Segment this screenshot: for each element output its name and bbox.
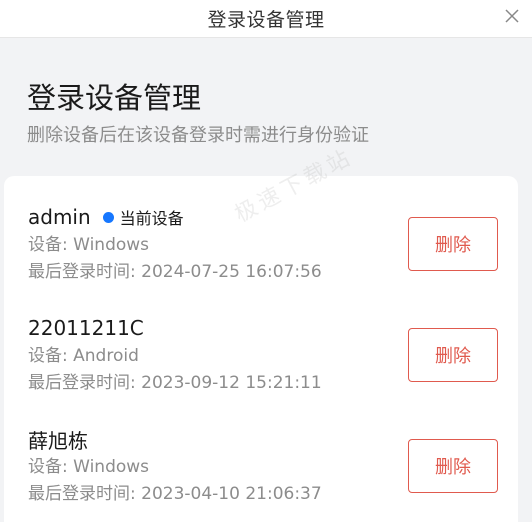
page-subtitle: 删除设备后在该设备登录时需进行身份验证 <box>27 125 369 146</box>
device-name: 22011211C <box>28 316 144 340</box>
device-name: admin <box>28 205 91 229</box>
delete-device-button[interactable]: 删除 <box>408 328 498 382</box>
title-bar: 登录设备管理 <box>0 0 532 38</box>
page-header: 登录设备管理 删除设备后在该设备登录时需进行身份验证 <box>27 78 507 148</box>
page-title: 登录设备管理 <box>27 81 202 115</box>
current-device-badge: 当前设备 <box>119 209 184 228</box>
close-icon[interactable] <box>502 6 522 26</box>
device-row: admin 当前设备 设备: Windows 最后登录时间: 2024-07-2… <box>28 202 498 313</box>
device-name: 薛旭栋 <box>28 428 88 453</box>
device-row: 22011211C 设备: Android 最后登录时间: 2023-09-12… <box>28 313 498 424</box>
device-list-card: admin 当前设备 设备: Windows 最后登录时间: 2024-07-2… <box>4 176 518 522</box>
current-device-dot-icon <box>102 211 114 223</box>
device-row: 薛旭栋 设备: Windows 最后登录时间: 2023-04-10 21:06… <box>28 424 498 522</box>
delete-device-button[interactable]: 删除 <box>408 217 498 271</box>
delete-device-button[interactable]: 删除 <box>408 439 498 493</box>
window-title: 登录设备管理 <box>207 9 325 31</box>
